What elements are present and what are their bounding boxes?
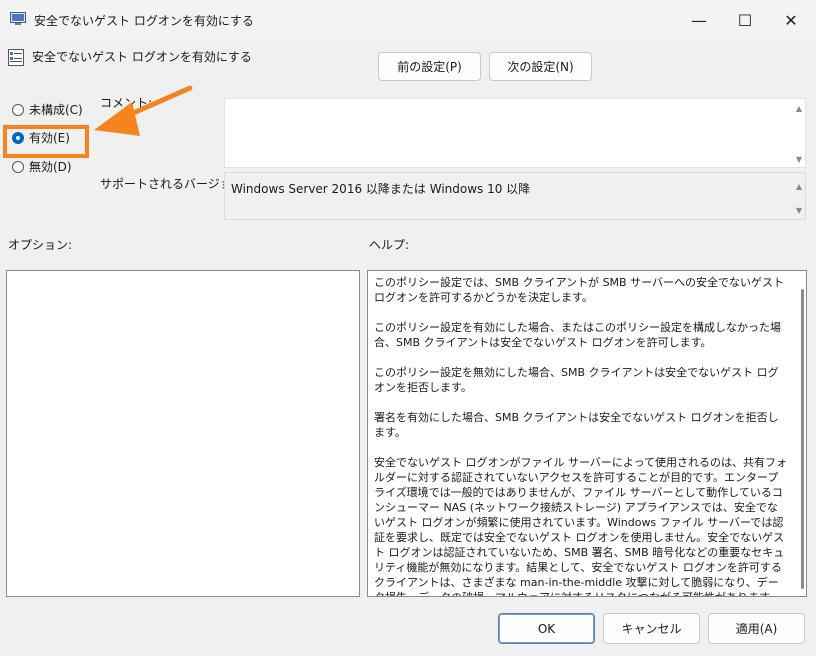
- scroll-up-icon[interactable]: ▲: [796, 104, 802, 113]
- help-paragraph: このポリシー設定を有効にした場合、またはこのポリシー設定を構成しなかった場合、S…: [374, 321, 781, 349]
- minimize-button[interactable]: —: [676, 0, 722, 40]
- scroll-down-icon[interactable]: ▼: [796, 155, 802, 164]
- supported-on-box: Windows Server 2016 以降または Windows 10 以降 …: [224, 172, 806, 220]
- radio-not-configured[interactable]: 未構成(C): [12, 101, 83, 118]
- help-panel: このポリシー設定では、SMB クライアントが SMB サーバーへの安全でないゲス…: [367, 270, 807, 597]
- next-setting-button[interactable]: 次の設定(N): [489, 52, 592, 81]
- scroll-up-icon[interactable]: ▲: [796, 182, 802, 191]
- supported-on-value: Windows Server 2016 以降または Windows 10 以降: [231, 182, 531, 196]
- radio-disabled[interactable]: 無効(D): [12, 158, 72, 175]
- help-paragraph: このポリシー設定を無効にした場合、SMB クライアントは安全でないゲスト ログオ…: [374, 366, 779, 394]
- help-label: ヘルプ:: [369, 238, 410, 252]
- setting-title: 安全でないゲスト ログオンを有効にする: [32, 50, 252, 64]
- prev-setting-button[interactable]: 前の設定(P): [378, 52, 481, 81]
- maximize-button[interactable]: ☐: [722, 0, 768, 40]
- options-panel: [6, 270, 360, 597]
- annotation-arrow-icon: [94, 85, 193, 136]
- radio-not-configured-label: 未構成(C): [29, 103, 83, 117]
- help-scrollbar[interactable]: [801, 289, 804, 589]
- radio-not-configured-circle[interactable]: [12, 103, 24, 116]
- help-paragraph: このポリシー設定では、SMB クライアントが SMB サーバーへの安全でないゲス…: [374, 276, 784, 304]
- help-paragraph: 署名を有効にした場合、SMB クライアントは安全でないゲスト ログオンを拒否しま…: [374, 411, 779, 439]
- ok-button[interactable]: OK: [498, 613, 595, 644]
- window-title: 安全でないゲスト ログオンを有効にする: [34, 14, 254, 28]
- setting-icon: [8, 49, 24, 66]
- comment-textbox[interactable]: ▲ ▼: [224, 98, 806, 168]
- help-text: このポリシー設定では、SMB クライアントが SMB サーバーへの安全でないゲス…: [374, 275, 788, 596]
- cancel-button[interactable]: キャンセル: [603, 613, 700, 644]
- close-button[interactable]: ✕: [768, 0, 814, 40]
- help-paragraph: 安全でないゲスト ログオンがファイル サーバーによって使用されるのは、共有フォル…: [374, 456, 788, 596]
- policy-app-icon: [10, 12, 26, 25]
- radio-disabled-label: 無効(D): [29, 160, 72, 174]
- options-label: オプション:: [8, 238, 73, 252]
- radio-disabled-circle[interactable]: [12, 160, 24, 173]
- scroll-down-icon[interactable]: ▼: [796, 206, 802, 215]
- annotation-highlight-box: [3, 125, 89, 158]
- apply-button[interactable]: 適用(A): [708, 613, 805, 644]
